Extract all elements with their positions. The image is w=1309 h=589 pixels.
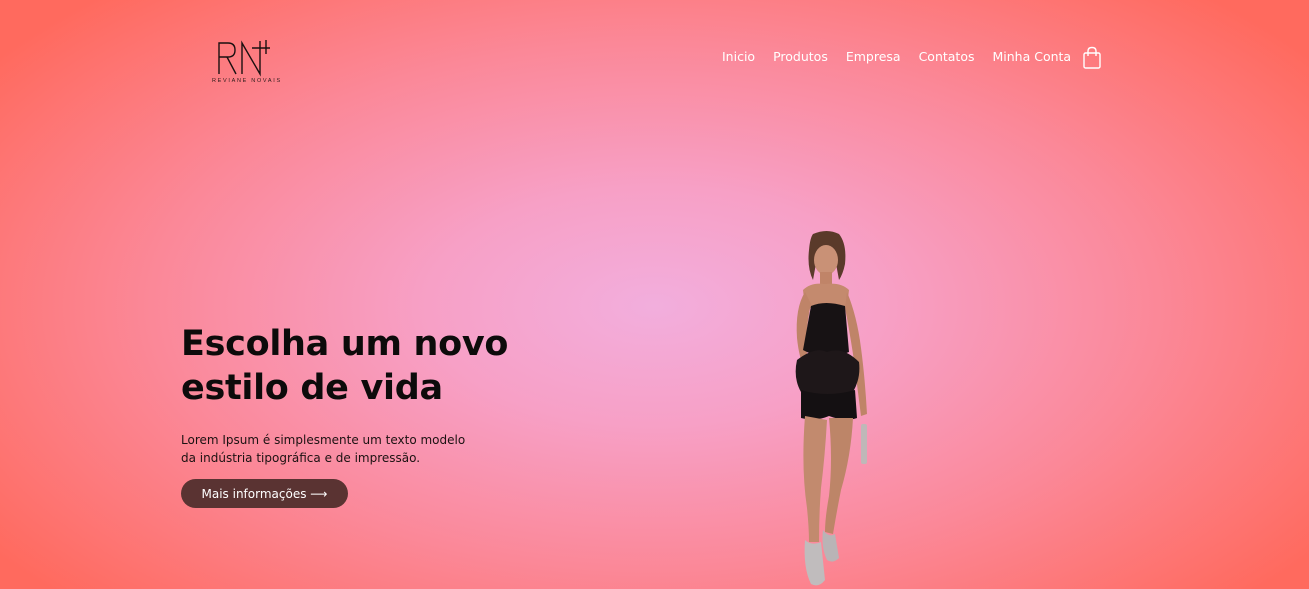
hero-description-line-1: Lorem Ipsum é simplesmente um texto mode… <box>181 433 466 447</box>
rn-monogram-logo <box>218 40 270 77</box>
nav-item-contatos[interactable]: Contatos <box>919 46 975 68</box>
brand-logo[interactable]: REVIANE NOVAIS <box>210 38 280 88</box>
nav-item-minha-conta[interactable]: Minha Conta <box>993 46 1072 68</box>
shopping-bag-icon <box>1083 46 1101 69</box>
main-navigation: Inicio Produtos Empresa Contatos Minha C… <box>722 46 1089 68</box>
brand-subtitle: REVIANE NOVAIS <box>212 78 282 84</box>
nav-item-produtos[interactable]: Produtos <box>773 46 828 68</box>
nav-item-inicio[interactable]: Inicio <box>722 46 755 68</box>
hero-description-line-2: da indústria tipográfica e de impressão. <box>181 451 421 465</box>
more-info-button[interactable]: Mais informações ⟶ <box>181 479 348 508</box>
hero-description: Lorem Ipsum é simplesmente um texto mode… <box>181 431 501 467</box>
hero-title: Escolha um novo estilo de vida <box>181 324 509 408</box>
model-photo <box>795 231 867 586</box>
cart-button[interactable] <box>1082 46 1102 70</box>
nav-item-empresa[interactable]: Empresa <box>846 46 901 68</box>
